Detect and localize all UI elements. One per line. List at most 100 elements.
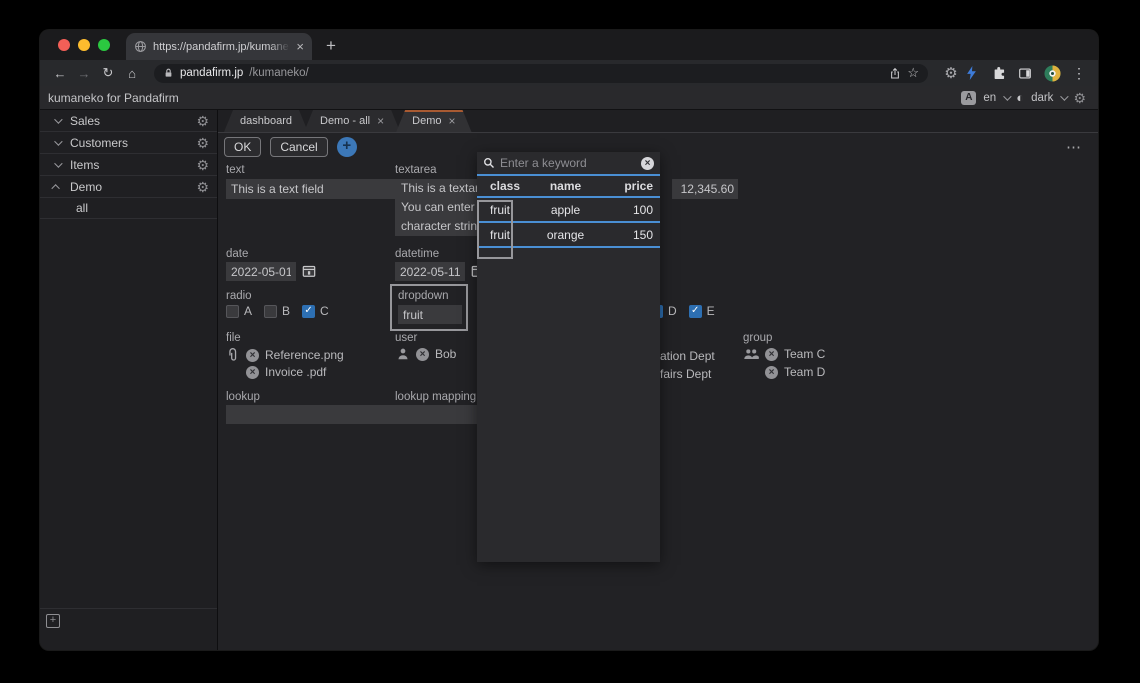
share-icon[interactable] bbox=[889, 67, 901, 80]
sidebar-item-label: Customers bbox=[70, 136, 128, 150]
datetime-field-input[interactable] bbox=[395, 262, 465, 281]
column-header-price: price bbox=[610, 179, 660, 193]
keyword-search-input[interactable] bbox=[500, 156, 636, 170]
radio-options: A B ✓ C bbox=[226, 304, 341, 318]
calendar-icon[interactable] bbox=[302, 264, 316, 278]
language-selector[interactable]: en bbox=[983, 92, 996, 104]
lookup-field-label: lookup bbox=[226, 391, 260, 403]
cell-price: 100 bbox=[610, 203, 660, 217]
browser-toolbar: ← → ↻ ⌂ pandafirm.jp/kumaneko/ ☆ ⚙ bbox=[40, 60, 1098, 86]
cell-name: apple bbox=[521, 203, 610, 217]
popup-table-row[interactable]: fruit orange 150 bbox=[477, 223, 660, 248]
sidebar-item-items[interactable]: Items ⚙ bbox=[40, 154, 217, 176]
home-button[interactable]: ⌂ bbox=[122, 66, 142, 81]
column-header-name: name bbox=[521, 179, 610, 193]
minimize-window-button[interactable] bbox=[78, 39, 90, 51]
remove-group-icon[interactable]: × bbox=[765, 366, 778, 379]
group-name: Team D bbox=[784, 365, 825, 379]
browser-menu-icon[interactable]: ⋮ bbox=[1070, 65, 1088, 82]
chevron-down-icon bbox=[54, 159, 62, 167]
globe-favicon-icon bbox=[134, 40, 147, 53]
checkbox-a-label: A bbox=[244, 304, 252, 318]
main-content: dashboard Demo - all × Demo × ⋯ OK Cance bbox=[218, 110, 1098, 650]
settings-gear-icon[interactable]: ⚙ bbox=[1073, 91, 1086, 105]
sidebar-item-demo[interactable]: Demo ⚙ bbox=[40, 176, 217, 198]
browser-tab[interactable]: https://pandafirm.jp/kumaneko × bbox=[126, 33, 312, 60]
extension-gear-icon[interactable]: ⚙ bbox=[940, 66, 962, 81]
popup-search-bar: × bbox=[477, 152, 660, 176]
chevron-down-icon bbox=[54, 115, 62, 123]
cancel-button[interactable]: Cancel bbox=[270, 137, 327, 157]
profile-avatar[interactable] bbox=[1044, 65, 1066, 82]
side-panel-icon[interactable] bbox=[1018, 67, 1040, 80]
sales-settings-gear-icon[interactable]: ⚙ bbox=[196, 114, 209, 128]
tab-demo[interactable]: Demo × bbox=[396, 110, 471, 132]
close-tab-icon[interactable]: × bbox=[448, 115, 455, 127]
remove-file-icon[interactable]: × bbox=[246, 349, 259, 362]
address-bar[interactable]: pandafirm.jp/kumaneko/ ☆ bbox=[154, 64, 928, 83]
date-field-input[interactable] bbox=[226, 262, 296, 281]
lightning-extension-icon[interactable] bbox=[966, 66, 988, 80]
checkbox-b[interactable] bbox=[264, 305, 277, 318]
lookup-mapping-field-label: lookup mapping bbox=[395, 391, 476, 403]
checkbox-b-label: B bbox=[282, 304, 290, 318]
file-name: Reference.png bbox=[265, 348, 344, 362]
customers-settings-gear-icon[interactable]: ⚙ bbox=[196, 136, 209, 150]
close-tab-icon[interactable]: × bbox=[296, 40, 304, 53]
browser-window: https://pandafirm.jp/kumaneko × + ← → ↻ … bbox=[40, 30, 1098, 650]
number-field-input[interactable]: 12,345.60 bbox=[672, 179, 738, 199]
popup-table-header: class name price bbox=[477, 176, 660, 198]
theme-selector[interactable]: dark bbox=[1031, 92, 1053, 104]
popup-table-row[interactable]: fruit apple 100 bbox=[477, 198, 660, 223]
ok-button[interactable]: OK bbox=[224, 137, 261, 157]
chevron-down-icon bbox=[1003, 92, 1011, 100]
bookmark-star-icon[interactable]: ☆ bbox=[907, 65, 919, 81]
lock-icon bbox=[163, 67, 174, 79]
person-icon bbox=[396, 347, 410, 361]
record-actionbar: OK Cancel + bbox=[224, 137, 357, 157]
checkbox-e[interactable]: ✓ bbox=[689, 305, 702, 318]
sidebar-item-customers[interactable]: Customers ⚙ bbox=[40, 132, 217, 154]
remove-file-icon[interactable]: × bbox=[246, 366, 259, 379]
items-settings-gear-icon[interactable]: ⚙ bbox=[196, 158, 209, 172]
new-tab-button[interactable]: + bbox=[326, 36, 336, 56]
url-path: /kumaneko/ bbox=[249, 67, 308, 79]
maximize-window-button[interactable] bbox=[98, 39, 110, 51]
clear-search-icon[interactable]: × bbox=[641, 157, 654, 170]
remove-group-icon[interactable]: × bbox=[765, 348, 778, 361]
close-window-button[interactable] bbox=[58, 39, 70, 51]
remove-user-icon[interactable]: × bbox=[416, 348, 429, 361]
dropdown-field-input[interactable] bbox=[398, 305, 462, 324]
user-row: × Bob bbox=[396, 347, 456, 361]
reload-button[interactable]: ↻ bbox=[98, 65, 118, 81]
cell-name: orange bbox=[521, 228, 610, 242]
traffic-lights bbox=[40, 30, 126, 60]
dropdown-field-focus-ring: dropdown bbox=[390, 284, 468, 331]
extensions-puzzle-icon[interactable] bbox=[992, 66, 1014, 80]
tab-demo-all[interactable]: Demo - all × bbox=[304, 110, 400, 132]
file-name: Invoice .pdf bbox=[265, 365, 326, 379]
add-app-button[interactable]: + bbox=[46, 614, 60, 628]
paperclip-icon[interactable] bbox=[226, 347, 240, 363]
file-row: × Invoice .pdf bbox=[246, 365, 326, 379]
checkbox-d-label: D bbox=[668, 304, 677, 318]
radio-field-label: radio bbox=[226, 290, 252, 302]
tab-label: Demo - all bbox=[320, 115, 370, 127]
sidebar-subitem-all[interactable]: all bbox=[40, 198, 217, 219]
close-tab-icon[interactable]: × bbox=[377, 115, 384, 127]
datetime-field-label: datetime bbox=[395, 248, 439, 260]
add-record-button[interactable]: + bbox=[337, 137, 357, 157]
browser-tabstrip: https://pandafirm.jp/kumaneko × + bbox=[40, 30, 1098, 60]
more-options-icon[interactable]: ⋯ bbox=[1066, 138, 1082, 156]
back-button[interactable]: ← bbox=[50, 66, 70, 81]
sidebar-item-sales[interactable]: Sales ⚙ bbox=[40, 110, 217, 132]
browser-tab-title: https://pandafirm.jp/kumaneko bbox=[153, 41, 290, 53]
checkbox-c[interactable]: ✓ bbox=[302, 305, 315, 318]
lookup-field-input[interactable] bbox=[226, 405, 396, 424]
app-title: kumaneko for Pandafirm bbox=[48, 91, 179, 105]
cell-class: fruit bbox=[477, 203, 521, 217]
demo-settings-gear-icon[interactable]: ⚙ bbox=[196, 180, 209, 194]
tab-dashboard[interactable]: dashboard bbox=[224, 110, 308, 132]
forward-button[interactable]: → bbox=[74, 66, 94, 81]
checkbox-a[interactable] bbox=[226, 305, 239, 318]
